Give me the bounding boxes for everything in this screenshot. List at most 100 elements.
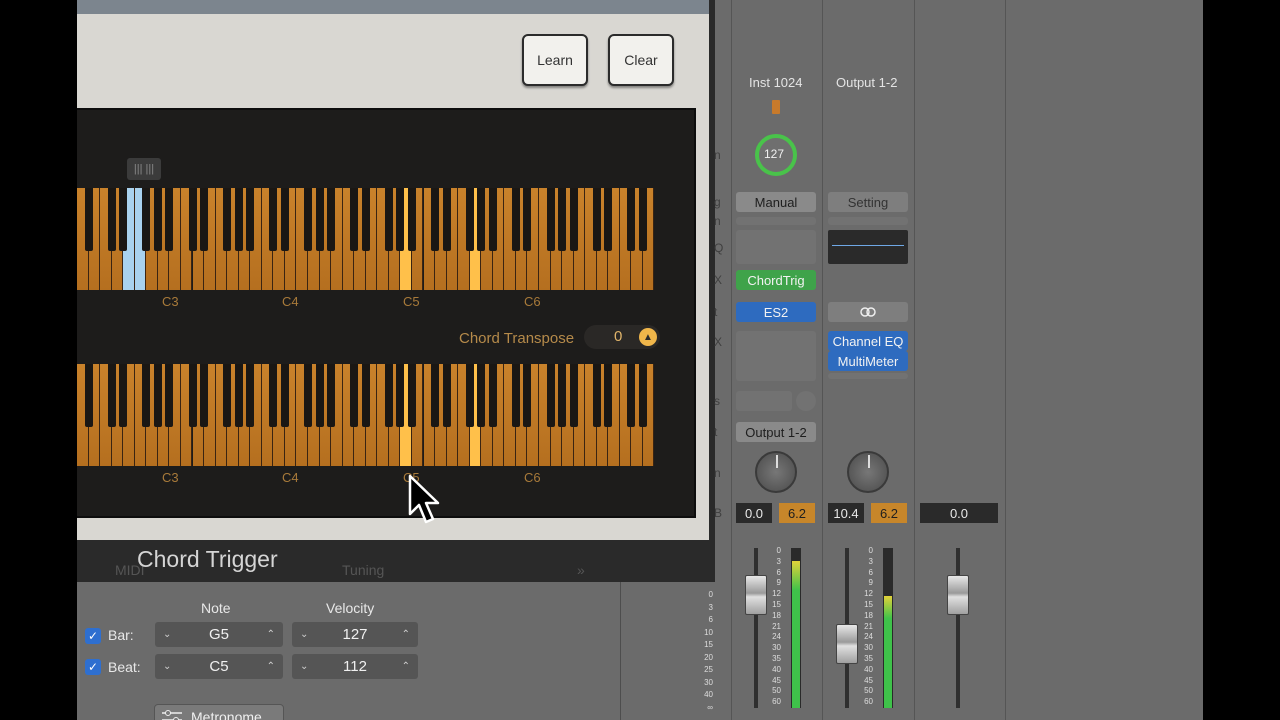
clear-button[interactable]: Clear [608,34,674,86]
insert-slot-multimeter[interactable]: MultiMeter [828,351,908,371]
chevron-up-icon[interactable]: ⌃ [267,661,275,672]
black-key[interactable] [523,188,532,252]
peak-readout[interactable]: 6.2 [779,503,815,523]
black-key[interactable] [546,364,555,428]
black-key[interactable] [165,188,174,252]
black-key[interactable] [477,188,486,252]
black-key[interactable] [304,364,312,428]
midi-fx-slot[interactable]: ChordTrig [736,270,816,290]
black-key[interactable] [396,364,405,428]
bar-checkbox[interactable]: ✓ [85,628,101,644]
black-key[interactable] [604,364,613,428]
black-key[interactable] [592,364,601,428]
black-key[interactable] [327,188,336,252]
velocity-knob[interactable]: 127 [755,134,797,176]
black-key[interactable] [407,364,416,428]
black-key[interactable] [188,188,197,252]
send-knob[interactable] [796,391,816,411]
chord-transpose-up-icon[interactable]: ▲ [639,328,657,346]
peak-readout[interactable]: 6.2 [871,503,907,523]
bar-note-field[interactable]: ⌄ G5 ⌃ [155,622,283,647]
black-key[interactable] [234,364,243,428]
black-key[interactable] [246,188,255,252]
stereo-link-button[interactable] [828,302,908,322]
setting-button[interactable]: Manual [736,192,816,212]
black-key[interactable] [638,188,647,252]
chevron-down-icon[interactable]: ⌄ [163,629,171,640]
black-key[interactable] [442,364,451,428]
insert-slot-empty[interactable] [828,373,908,379]
beat-note-field[interactable]: ⌄ C5 ⌃ [155,654,283,679]
tab-more[interactable]: » [577,562,585,578]
black-key[interactable] [488,188,497,252]
black-key[interactable] [627,364,636,428]
black-key[interactable] [361,188,370,252]
black-key[interactable] [431,364,440,428]
chord-keyboard[interactable] [77,364,660,466]
black-key[interactable] [142,364,151,428]
black-key[interactable] [627,188,636,252]
pan-knob[interactable] [847,451,889,493]
chevron-up-icon[interactable]: ⌃ [402,629,410,640]
black-key[interactable] [558,364,567,428]
chevron-up-icon[interactable]: ⌃ [267,629,275,640]
trigger-keyboard[interactable] [77,188,660,290]
black-key[interactable] [269,188,278,252]
metronome-button[interactable]: Metronome [154,704,284,720]
black-key[interactable] [465,188,474,252]
black-key[interactable] [280,364,289,428]
send-slot[interactable] [736,391,792,411]
chevron-down-icon[interactable]: ⌄ [300,661,308,672]
eq-thumbnail[interactable] [736,230,816,264]
bar-velocity-field[interactable]: ⌄ 127 ⌃ [292,622,418,647]
black-key[interactable] [511,364,520,428]
black-key[interactable] [361,364,370,428]
black-key[interactable] [200,188,209,252]
black-key[interactable] [384,188,393,252]
black-key[interactable] [523,364,532,428]
black-key[interactable] [280,188,289,252]
setting-button[interactable]: Setting [828,192,908,212]
black-key[interactable] [442,188,451,252]
audio-fx-slot[interactable] [736,331,816,381]
black-key[interactable] [592,188,601,252]
black-key[interactable] [546,188,555,252]
black-key[interactable] [431,188,440,252]
black-key[interactable] [246,364,255,428]
beat-checkbox[interactable]: ✓ [85,659,101,675]
insert-slot-channel-eq[interactable]: Channel EQ [828,331,908,351]
learn-button[interactable]: Learn [522,34,588,86]
volume-readout[interactable]: 10.4 [828,503,864,523]
black-key[interactable] [407,188,416,252]
chevron-down-icon[interactable]: ⌄ [300,629,308,640]
black-key[interactable] [223,364,232,428]
black-key[interactable] [84,188,93,252]
chevron-up-icon[interactable]: ⌃ [402,661,410,672]
volume-fader[interactable] [745,575,767,615]
black-key[interactable] [604,188,613,252]
black-key[interactable] [315,188,324,252]
black-key[interactable] [465,364,474,428]
black-key[interactable] [511,188,520,252]
volume-fader[interactable] [836,624,858,664]
volume-readout[interactable]: 0.0 [736,503,772,523]
black-key[interactable] [569,364,578,428]
black-key[interactable] [488,364,497,428]
output-button[interactable]: Output 1-2 [736,422,816,442]
black-key[interactable] [269,364,278,428]
black-key[interactable] [558,188,567,252]
black-key[interactable] [107,364,116,428]
black-key[interactable] [350,364,359,428]
black-key[interactable] [119,188,128,252]
black-key[interactable] [84,364,93,428]
black-key[interactable] [304,188,312,252]
volume-readout[interactable]: 0.0 [920,503,998,523]
volume-fader[interactable] [947,575,969,615]
tab-tuning[interactable]: Tuning [342,562,384,578]
black-key[interactable] [188,364,197,428]
black-key[interactable] [200,364,209,428]
black-key[interactable] [638,364,647,428]
black-key[interactable] [119,364,128,428]
black-key[interactable] [153,364,162,428]
strip-name-output[interactable]: Output 1-2 [836,75,897,90]
